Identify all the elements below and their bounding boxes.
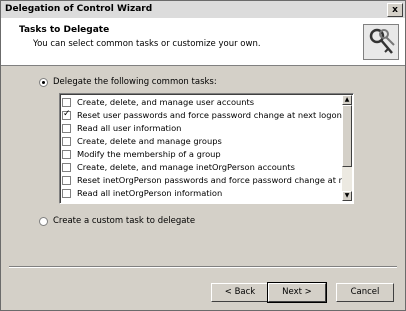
title-bar: Delegation of Control Wizard x xyxy=(1,1,405,18)
task-checkbox[interactable] xyxy=(62,124,71,133)
delegate-common-label[interactable]: Delegate the following common tasks: xyxy=(53,77,217,87)
page-subtitle: You can select common tasks or customize… xyxy=(33,39,261,49)
arrow-up-icon[interactable]: ▲ xyxy=(342,95,352,105)
list-item[interactable]: Create, delete, and manage inetOrgPerson… xyxy=(60,162,342,174)
task-label: Create, delete, and manage user accounts xyxy=(77,97,255,107)
task-label: Read all user information xyxy=(77,123,182,133)
page-title: Tasks to Delegate xyxy=(19,25,110,35)
task-checkbox[interactable] xyxy=(62,137,71,146)
list-item[interactable]: Reset inetOrgPerson passwords and force … xyxy=(60,175,342,187)
list-item[interactable]: Create, delete, and manage user accounts xyxy=(60,97,342,109)
task-label: Reset user passwords and force password … xyxy=(77,110,342,120)
task-list: Create, delete, and manage user accounts… xyxy=(59,93,354,204)
vertical-scrollbar[interactable]: ▲ ▼ xyxy=(342,95,352,201)
task-checkbox[interactable] xyxy=(62,110,71,120)
divider xyxy=(9,266,397,268)
scrollbar-thumb[interactable] xyxy=(342,105,352,167)
arrow-down-icon[interactable]: ▼ xyxy=(342,191,352,201)
wizard-window: Delegation of Control Wizard x Tasks to … xyxy=(0,0,406,311)
task-checkbox[interactable] xyxy=(62,189,71,198)
list-item[interactable]: Create, delete and manage groups xyxy=(60,136,342,148)
window-title: Delegation of Control Wizard xyxy=(5,4,153,14)
task-checkbox[interactable] xyxy=(62,98,71,107)
close-button[interactable]: x xyxy=(387,3,403,17)
task-label: Create, delete, and manage inetOrgPerson… xyxy=(77,162,295,172)
cancel-button[interactable]: Cancel xyxy=(336,283,394,302)
task-checkbox[interactable] xyxy=(62,176,71,185)
task-label: Modify the membership of a group xyxy=(77,149,221,159)
wizard-header: Tasks to Delegate You can select common … xyxy=(1,18,405,66)
custom-task-label[interactable]: Create a custom task to delegate xyxy=(53,216,195,226)
task-label: Read all inetOrgPerson information xyxy=(77,188,223,198)
list-item[interactable]: Read all user information xyxy=(60,123,342,135)
delegate-common-radio[interactable] xyxy=(39,78,48,87)
next-button[interactable]: Next > xyxy=(267,282,327,303)
task-checkbox[interactable] xyxy=(62,163,71,172)
list-item[interactable]: Modify the membership of a group xyxy=(60,149,342,161)
task-label: Reset inetOrgPerson passwords and force … xyxy=(77,175,342,185)
custom-task-radio[interactable] xyxy=(39,217,48,226)
back-button[interactable]: < Back xyxy=(211,283,269,302)
task-label: Create, delete and manage groups xyxy=(77,136,222,146)
list-item[interactable]: Reset user passwords and force password … xyxy=(60,110,342,122)
task-checkbox[interactable] xyxy=(62,150,71,159)
list-item[interactable]: Read all inetOrgPerson information xyxy=(60,188,342,200)
keys-icon xyxy=(363,24,399,60)
